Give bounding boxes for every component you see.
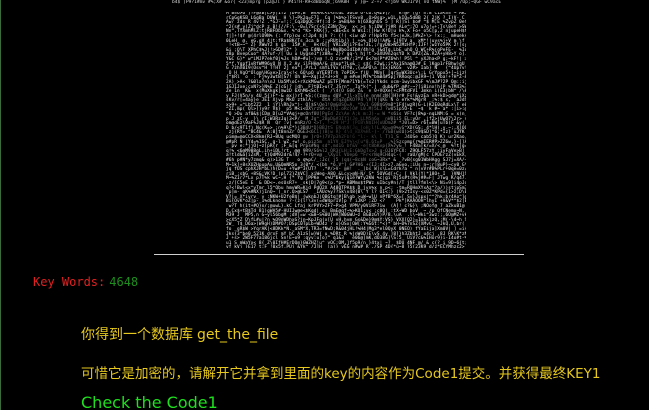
database-message: 你得到一个数据库 get_the_file [81,324,278,344]
key-words-label: Key Words: [33,275,106,289]
page-left-border [0,0,1,410]
ascii-art-dark-figure [294,85,414,175]
ascii-art-image: b4$ ]P9?1#mv #%;X# &o7{ <23)mp?g )p2@Jl … [154,0,524,254]
ascii-art-top-line: b4$ ]P9?1#mv #%;X# &o7{ <23)mp?g )p2@Jl … [172,0,504,5]
key-words-row: Key Words: 4648 [33,275,138,289]
instruction-text: 可惜它是加密的，请解开它并拿到里面的key的内容作为Code1提交。并获得最终K… [81,366,601,382]
check-code-link[interactable]: Check the Code1 [81,393,218,410]
database-name: get_the_file [197,327,279,343]
horizontal-divider [154,254,524,255]
database-intro-text: 你得到一个数据库 [81,327,193,343]
key-words-value: 4648 [109,275,139,289]
